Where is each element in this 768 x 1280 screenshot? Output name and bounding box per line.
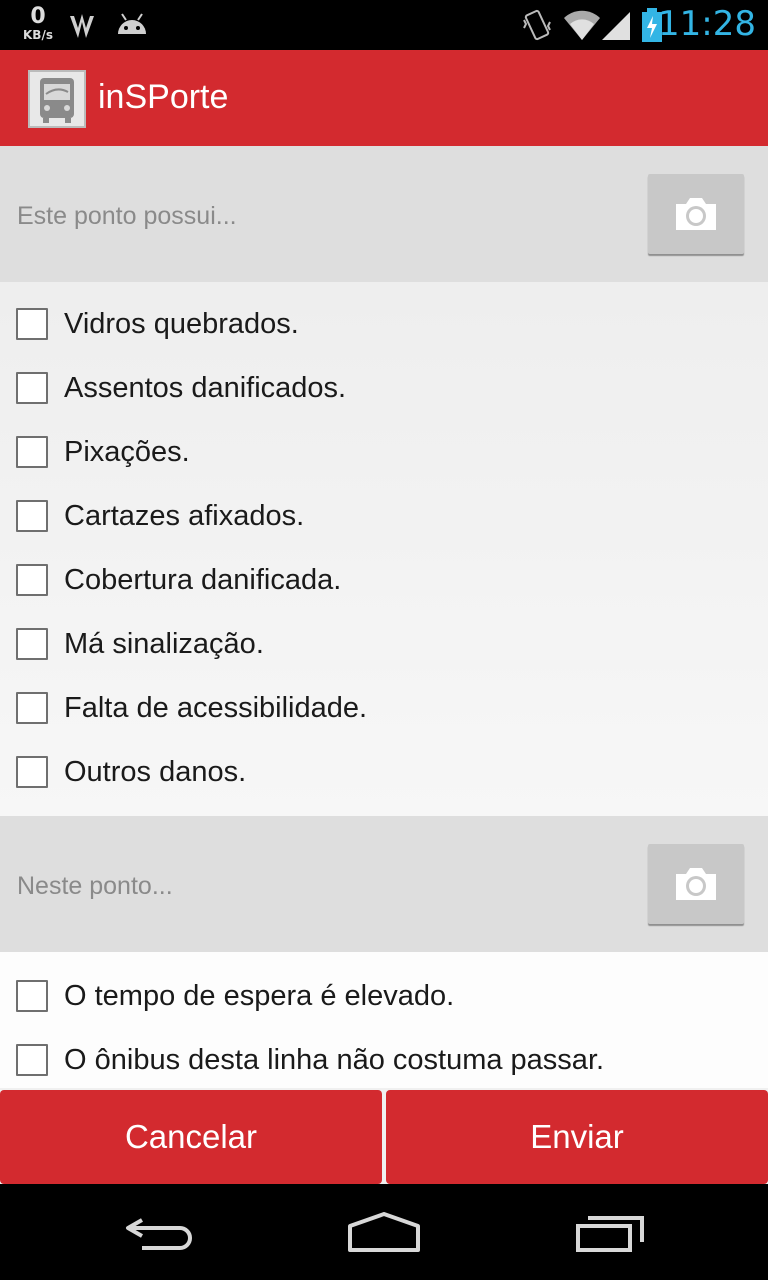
checkbox[interactable] (16, 692, 48, 724)
network-speed-value: 0 (30, 4, 46, 29)
back-icon[interactable] (124, 1214, 196, 1254)
notification-icon (70, 14, 94, 38)
app-title: inSPorte (98, 78, 229, 116)
service-checklist: O tempo de espera é elevado. O ônibus de… (0, 952, 768, 1088)
checkbox[interactable] (16, 436, 48, 468)
cell-signal-icon (602, 12, 630, 40)
checkbox-label: Pixações. (64, 436, 190, 468)
network-speed: 0 KB/s (18, 4, 58, 43)
network-speed-unit: KB/s (23, 28, 53, 42)
section-hint: Neste ponto... (17, 872, 173, 900)
damages-checklist: Vidros quebrados. Assentos danificados. … (0, 282, 768, 816)
checkbox-label: Má sinalização. (64, 628, 264, 660)
bus-icon[interactable] (28, 70, 86, 128)
camera-icon (676, 868, 716, 900)
form-scroll-area[interactable]: Este ponto possui... Vidros quebrados. A… (0, 146, 768, 1088)
camera-icon (676, 198, 716, 230)
wifi-icon (564, 10, 600, 40)
checkbox-item[interactable]: Outros danos. (0, 742, 768, 806)
status-bar: 0 KB/s 11:28 (0, 0, 768, 50)
android-debug-icon (118, 13, 146, 34)
clock: 11:28 (658, 4, 756, 44)
checkbox-label: O ônibus desta linha não costuma passar. (64, 1044, 605, 1076)
checkbox-item[interactable]: Cartazes afixados. (0, 486, 768, 550)
section-hint: Este ponto possui... (17, 202, 237, 230)
checkbox[interactable] (16, 308, 48, 340)
vibrate-icon (523, 9, 551, 41)
cancel-button[interactable]: Cancelar (0, 1090, 382, 1184)
recent-apps-icon[interactable] (572, 1214, 648, 1254)
checkbox-item[interactable]: Pixações. (0, 422, 768, 486)
checkbox-item[interactable]: O tempo de espera é elevado. (0, 966, 768, 1030)
checkbox[interactable] (16, 980, 48, 1012)
section-header-damages: Este ponto possui... (0, 146, 768, 282)
navigation-bar (0, 1184, 768, 1280)
checkbox-label: Assentos danificados. (64, 372, 347, 404)
camera-button[interactable] (648, 174, 744, 254)
home-icon[interactable] (346, 1212, 422, 1254)
checkbox[interactable] (16, 1044, 48, 1076)
checkbox-item[interactable]: Vidros quebrados. (0, 294, 768, 358)
checkbox-item[interactable]: Falta de acessibilidade. (0, 678, 768, 742)
checkbox-item[interactable]: Assentos danificados. (0, 358, 768, 422)
checkbox[interactable] (16, 564, 48, 596)
checkbox-label: Outros danos. (64, 756, 247, 788)
checkbox[interactable] (16, 372, 48, 404)
action-bar: inSPorte (0, 50, 768, 146)
camera-button[interactable] (648, 844, 744, 924)
send-button[interactable]: Enviar (386, 1090, 768, 1184)
checkbox-label: Falta de acessibilidade. (64, 692, 368, 724)
checkbox-label: Vidros quebrados. (64, 308, 299, 340)
checkbox[interactable] (16, 500, 48, 532)
checkbox-item[interactable]: O ônibus desta linha não costuma passar. (0, 1030, 768, 1088)
checkbox-label: O tempo de espera é elevado. (64, 980, 455, 1012)
checkbox-label: Cobertura danificada. (64, 564, 342, 596)
checkbox-label: Cartazes afixados. (64, 500, 305, 532)
checkbox-item[interactable]: Cobertura danificada. (0, 550, 768, 614)
checkbox[interactable] (16, 628, 48, 660)
checkbox[interactable] (16, 756, 48, 788)
bottom-button-bar: Cancelar Enviar (0, 1088, 768, 1184)
section-header-service: Neste ponto... (0, 816, 768, 952)
checkbox-item[interactable]: Má sinalização. (0, 614, 768, 678)
